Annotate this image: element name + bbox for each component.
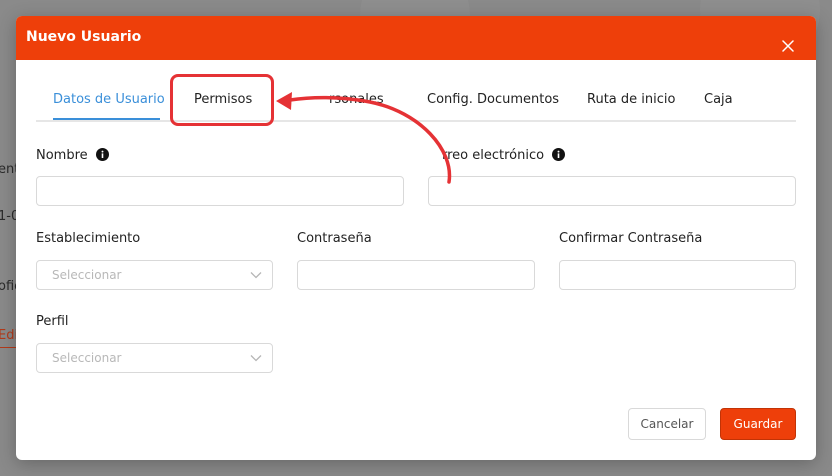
modal-title: Nuevo Usuario: [26, 29, 142, 45]
correo-label: rreo electrónico: [442, 148, 545, 163]
tab-caja[interactable]: Caja: [704, 92, 733, 107]
confirmar-contrasena-label: Confirmar Contraseña: [559, 231, 703, 246]
permisos-highlight-box: [170, 74, 274, 126]
info-icon: [95, 148, 109, 161]
nombre-label-wrap: Nombre: [36, 148, 109, 163]
perfil-label: Perfil: [36, 314, 69, 329]
cancel-button[interactable]: Cancelar: [628, 408, 706, 440]
perfil-select[interactable]: Seleccionar: [36, 343, 273, 373]
active-tab-indicator: [53, 118, 160, 120]
confirm-password-input[interactable]: [559, 260, 796, 290]
establecimiento-placeholder: Seleccionar: [52, 268, 122, 282]
chevron-down-icon: [250, 272, 262, 279]
save-button[interactable]: Guardar: [720, 408, 796, 440]
tab-ruta-de-inicio[interactable]: Ruta de inicio: [587, 92, 675, 107]
tab-datos-personales[interactable]: rsonales: [329, 92, 384, 107]
nombre-label: Nombre: [36, 148, 88, 163]
close-icon[interactable]: [782, 40, 794, 52]
tab-bar: Datos de Usuario Permisos rsonales Confi…: [36, 76, 796, 122]
correo-label-wrap: rreo electrónico: [442, 148, 566, 163]
establecimiento-label: Establecimiento: [36, 231, 141, 246]
perfil-placeholder: Seleccionar: [52, 351, 122, 365]
establecimiento-select[interactable]: Seleccionar: [36, 260, 273, 290]
nombre-input[interactable]: [36, 176, 404, 206]
modal-header: Nuevo Usuario: [16, 16, 816, 60]
tab-config-documentos[interactable]: Config. Documentos: [427, 92, 559, 107]
info-icon: [552, 148, 566, 161]
new-user-modal: Nuevo Usuario Datos de Usuario Permisos …: [16, 16, 816, 460]
email-input[interactable]: [428, 176, 796, 206]
background-divider: [0, 347, 16, 348]
chevron-down-icon: [250, 355, 262, 362]
password-input[interactable]: [297, 260, 535, 290]
tab-datos-de-usuario[interactable]: Datos de Usuario: [53, 92, 165, 107]
contrasena-label: Contraseña: [297, 231, 372, 246]
